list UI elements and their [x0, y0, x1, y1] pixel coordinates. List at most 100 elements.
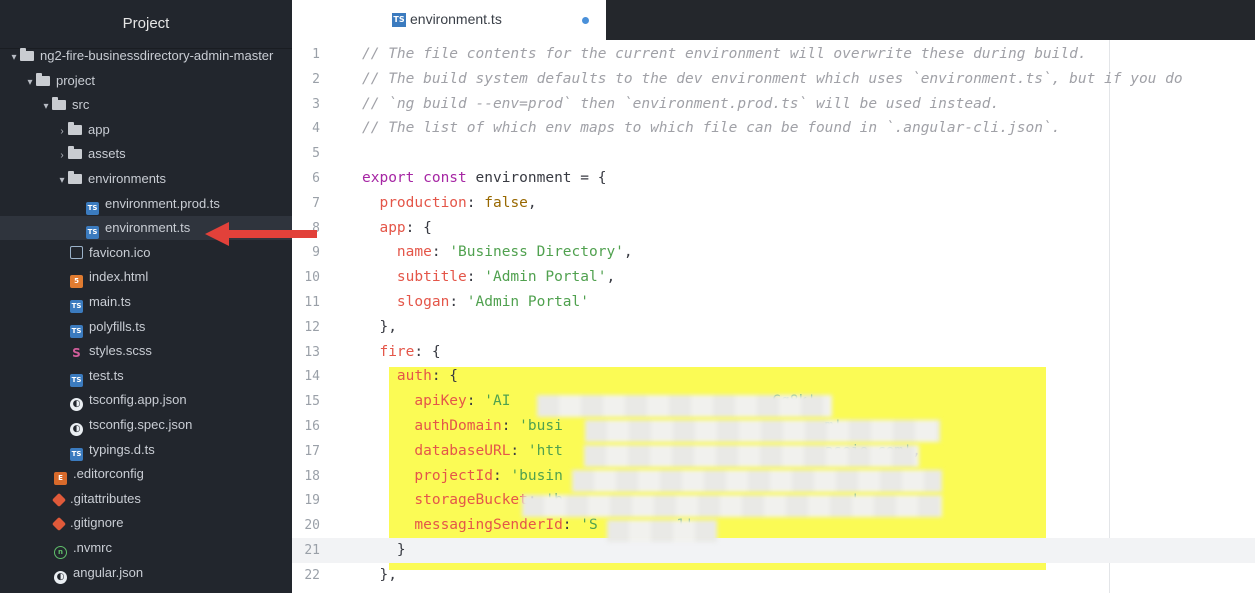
chevron-right-icon[interactable]: › [56, 144, 68, 168]
code-line[interactable]: 4 // The list of which env maps to which … [292, 116, 1255, 141]
code-token: production [379, 194, 467, 211]
code-line[interactable]: 6 export const environment = { [292, 166, 1255, 191]
redaction-blur [537, 395, 832, 417]
code-token: : [431, 244, 450, 261]
code-token: , [623, 244, 633, 261]
code-token: : [510, 442, 528, 459]
code-line[interactable]: 11 slogan: 'Admin Portal' [292, 290, 1255, 315]
chevron-down-icon[interactable]: ▾ [56, 169, 68, 193]
code-token: // `ng build --env=prod` then `environme… [362, 95, 1000, 112]
folder-icon [68, 121, 82, 135]
project-tree-panel: Project ▾ ng2-fire-businessdirectory-admi… [0, 0, 292, 593]
code-line[interactable]: 8 app: { [292, 216, 1255, 241]
tree-item[interactable]: .gitattributes [0, 487, 292, 511]
code-token: : { [405, 219, 432, 236]
chevron-down-icon[interactable]: ▾ [40, 95, 52, 119]
tree-item[interactable]: TS test.ts [0, 364, 292, 388]
tree-item[interactable]: E .editorconfig [0, 462, 292, 486]
tree-item[interactable]: ◐ angular.json [0, 561, 292, 585]
tree-item-label: ng2-fire-businessdirectory-admin-master [40, 48, 274, 63]
chevron-down-icon[interactable]: ▾ [8, 46, 20, 70]
tree-item[interactable]: ▾ src [0, 93, 292, 117]
ts-file-icon: TS [86, 201, 99, 215]
redaction-blur [607, 520, 717, 542]
tree-item[interactable]: › assets [0, 142, 292, 166]
code-line[interactable]: 1 // The file contents for the current en… [292, 42, 1255, 67]
line-content: subtitle: 'Admin Portal', [362, 265, 615, 290]
code-token: }, [362, 566, 397, 583]
line-content: slogan: 'Admin Portal' [362, 290, 589, 315]
tree-item[interactable]: TS main.ts [0, 290, 292, 314]
code-line[interactable]: 2 // The build system defaults to the dev… [292, 67, 1255, 92]
chevron-down-icon[interactable]: ▾ [24, 71, 36, 95]
line-number: 22 [304, 567, 320, 583]
redaction-blur [522, 495, 942, 517]
tree-item-label: .nvmrc [73, 540, 112, 555]
line-content: app: { [362, 216, 432, 241]
tree-item[interactable]: Sstyles.scss [0, 339, 292, 363]
edcfg-file-icon: E [54, 472, 67, 486]
tree-item[interactable]: ▾ ng2-fire-businessdirectory-admin-master [0, 44, 292, 68]
code-line[interactable]: 22 }, [292, 563, 1255, 588]
tree-item[interactable]: ◐ tsconfig.app.json [0, 388, 292, 412]
code-token: }, [362, 318, 397, 335]
scss-file-icon: S [72, 346, 81, 361]
tree-item[interactable]: ◐ tsconfig.spec.json [0, 413, 292, 437]
tab-bar: TS environment.ts [292, 0, 1255, 40]
code-line[interactable]: 10 subtitle: 'Admin Portal', [292, 265, 1255, 290]
line-content: export const environment = { [362, 166, 606, 191]
code-line[interactable]: 3 // `ng build --env=prod` then `environm… [292, 92, 1255, 117]
chevron-right-icon[interactable]: › [56, 120, 68, 144]
line-number: 3 [312, 96, 320, 112]
line-content: // `ng build --env=prod` then `environme… [362, 92, 999, 117]
ts-file-icon: TS [70, 324, 83, 338]
code-token: auth [396, 368, 432, 385]
line-number: 2 [312, 71, 320, 87]
tree-item-label: tsconfig.spec.json [89, 417, 193, 432]
line-number: 1 [312, 47, 320, 62]
line-number: 10 [304, 270, 320, 286]
tree-item[interactable]: n .nvmrc [0, 536, 292, 560]
img-file-icon [70, 245, 83, 259]
tree-item[interactable]: TS environment.prod.ts [0, 192, 292, 216]
code-token: // The list of which env maps to which f… [362, 120, 1061, 137]
tree-item[interactable]: .gitignore [0, 511, 292, 535]
tree-item[interactable]: 5 index.html [0, 265, 292, 289]
tree-item[interactable]: ▾ project [0, 69, 292, 93]
code-line[interactable]: 13 fire: { [292, 340, 1255, 365]
nvm-file-icon: n [54, 546, 67, 559]
code-token: apiKey [414, 393, 467, 410]
json-file-icon: ◐ [70, 423, 83, 436]
code-line[interactable]: 12 }, [292, 315, 1255, 340]
tree-item[interactable]: TS polyfills.ts [0, 315, 292, 339]
tree-item[interactable]: › app [0, 118, 292, 142]
tree-item-label: environment.ts [105, 220, 191, 236]
line-content: }, [362, 563, 397, 588]
code-line[interactable]: 7 production: false, [292, 191, 1255, 216]
line-content: fire: { [362, 340, 440, 365]
line-number: 11 [304, 295, 320, 310]
typescript-file-icon: TS [392, 13, 406, 27]
line-number: 20 [304, 518, 320, 534]
tree-item[interactable]: ▾ environments [0, 167, 292, 191]
code-line[interactable]: 5 [292, 141, 1255, 166]
line-number: 4 [312, 121, 320, 137]
line-number: 16 [304, 419, 320, 434]
ts-file-icon: TS [70, 300, 83, 313]
code-line[interactable]: 9 name: 'Business Directory', [292, 240, 1255, 265]
tree-item[interactable]: TS typings.d.ts [0, 438, 292, 462]
tree-item-label: favicon.ico [89, 244, 151, 260]
code-token: : [501, 418, 520, 434]
tab-environment-ts[interactable]: TS environment.ts [292, 0, 606, 40]
code-editor[interactable]: TS environment.ts 1 // The file contents … [292, 0, 1255, 593]
code-line[interactable]: 14 auth: { [292, 364, 1255, 389]
code-token: slogan [396, 294, 450, 310]
git-file-icon [51, 517, 67, 532]
folder-icon [68, 146, 82, 160]
